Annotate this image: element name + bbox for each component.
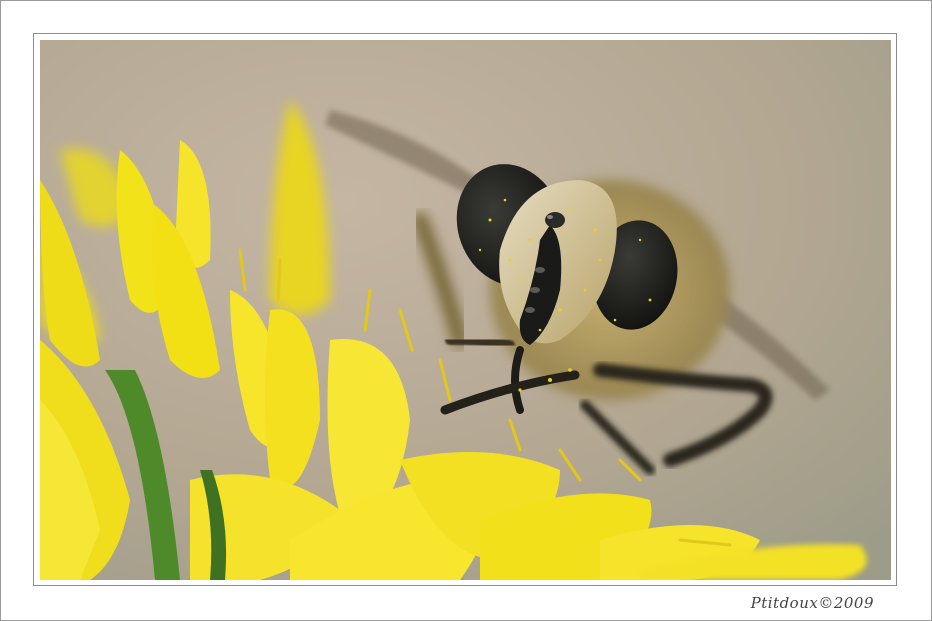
photo (40, 40, 891, 580)
photo-illustration (40, 40, 891, 580)
photographer-signature: Ptitdoux©2009 (750, 594, 874, 612)
